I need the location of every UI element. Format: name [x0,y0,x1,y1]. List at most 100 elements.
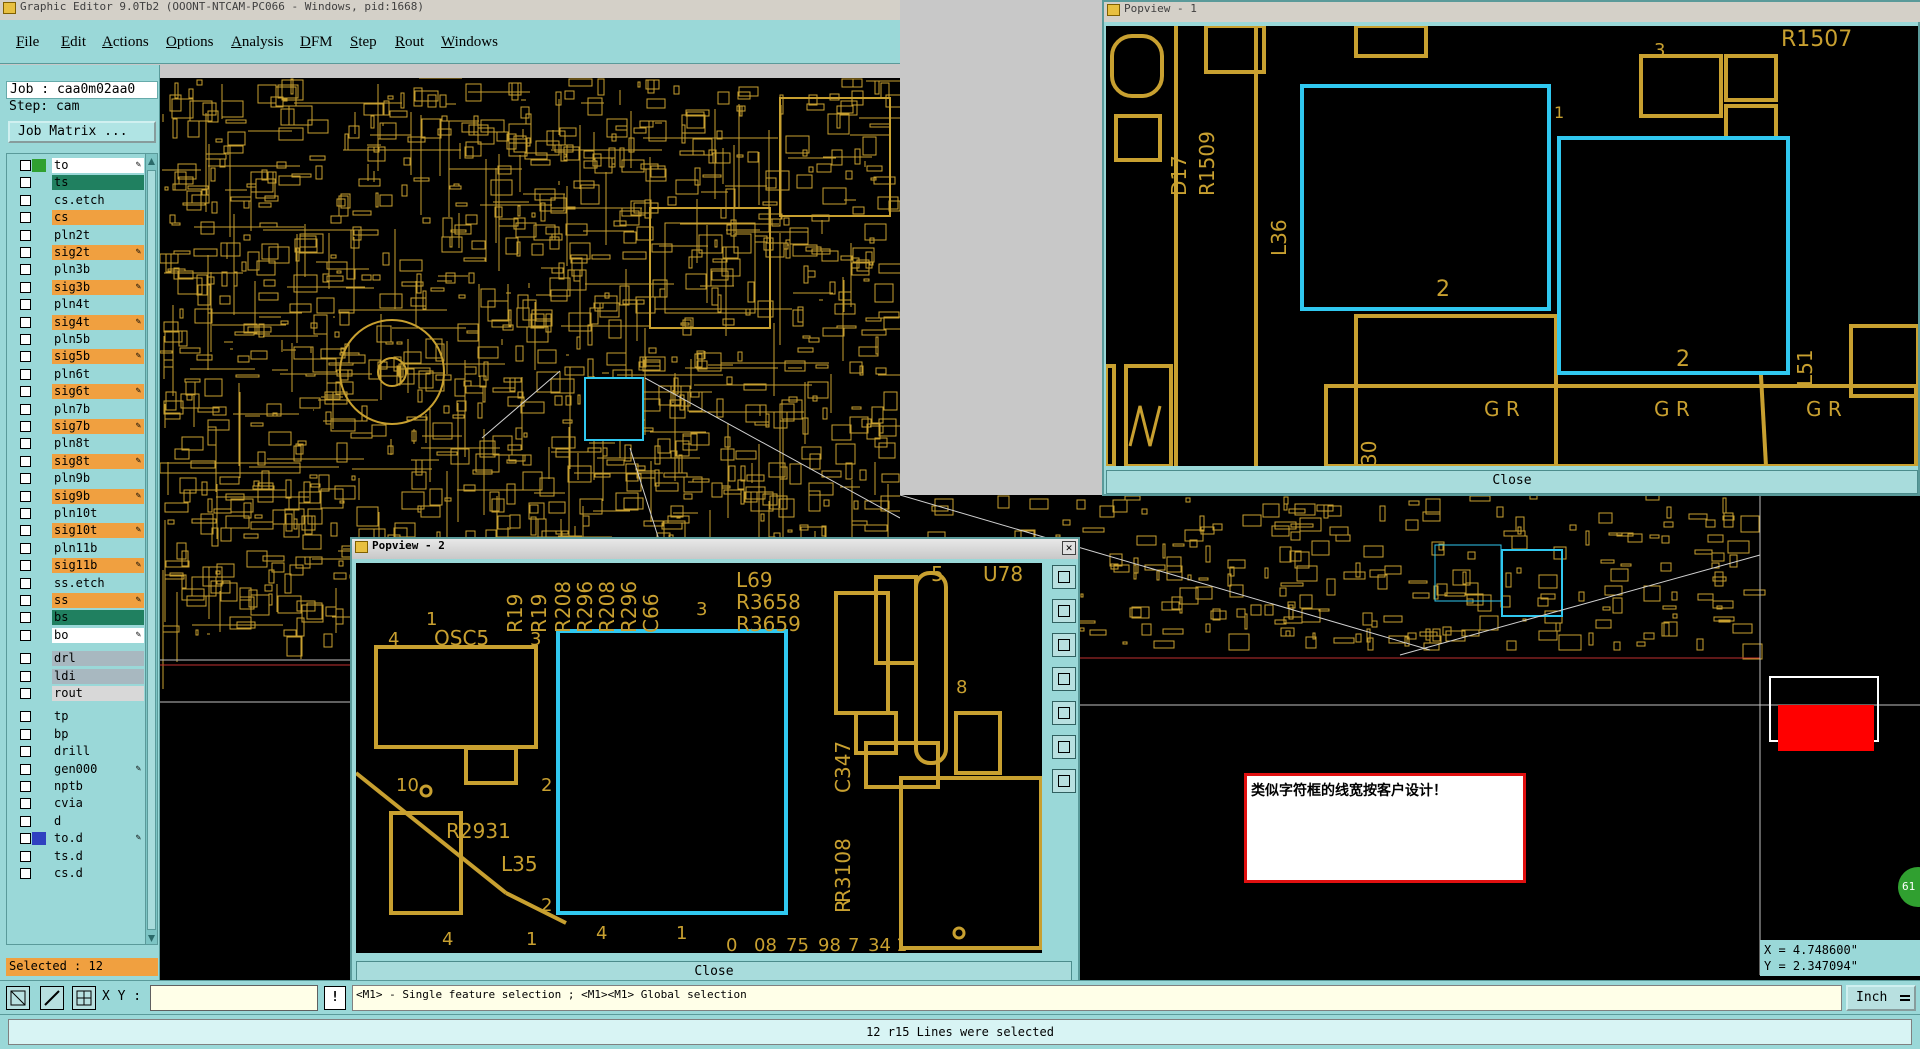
grid-tool-icon[interactable] [72,986,96,1010]
layer-row[interactable]: ts [17,175,144,191]
layer-row[interactable]: pln11b [17,540,144,557]
zoom-out-icon[interactable] [1052,769,1076,793]
layer-checkbox[interactable] [20,421,31,432]
popview-2-title-bar[interactable]: Popview - 2 ✕ [352,539,1078,559]
layer-name[interactable]: sig6t ✎ [52,384,144,400]
layer-row[interactable]: sig3b ✎ [17,279,144,296]
layer-color-swatch[interactable] [32,611,46,624]
layer-row[interactable]: bs [17,610,144,626]
layer-name[interactable]: to ✎ [52,158,144,173]
layer-row[interactable]: bp [17,726,144,743]
layer-name[interactable]: gen000 ✎ [52,761,144,777]
layer-color-swatch[interactable] [32,542,46,555]
layer-color-swatch[interactable] [32,350,46,363]
layer-checkbox[interactable] [20,508,31,519]
popview-2-canvas[interactable]: R19 R19 R208 R296 R208 R296 C66 L69 R365… [356,563,1042,953]
layer-row[interactable]: cvia [17,796,144,812]
layer-checkbox[interactable] [20,490,31,502]
layer-name[interactable]: ts [52,175,144,191]
menu-options[interactable]: Options [166,34,214,51]
layer-row[interactable]: pln7b [17,401,144,418]
layer-color-swatch[interactable] [32,211,46,224]
layer-row[interactable]: drill [17,744,144,760]
layer-color-swatch[interactable] [32,507,46,520]
pan-right-icon[interactable] [1052,701,1076,725]
pan-down-icon[interactable] [1052,633,1076,657]
layer-row[interactable]: sig6t ✎ [17,384,144,400]
units-selector[interactable]: Inch [1846,985,1916,1011]
layer-checkbox[interactable] [20,688,31,699]
layer-color-swatch[interactable] [32,728,46,741]
layer-name[interactable]: ldi [52,668,144,684]
popview-1-canvas[interactable]: 2 2 R1507 R1509 D17 L36 L51 G R G R G R … [1106,26,1918,466]
layer-name[interactable]: pln10t [52,506,144,521]
layer-row[interactable]: ldi [17,668,144,685]
layer-checkbox[interactable] [20,334,31,345]
menu-dfm[interactable]: DFM [300,34,333,51]
layer-row[interactable]: sig2t ✎ [17,245,144,261]
layer-row[interactable]: pln10t [17,506,144,522]
layer-name[interactable]: cvia [52,796,144,812]
zoom-fit-icon[interactable] [1052,565,1076,589]
layer-name[interactable]: pln6t [52,366,144,382]
layer-color-swatch[interactable] [32,229,46,242]
layer-name[interactable]: ss.etch [52,575,144,591]
layer-color-swatch[interactable] [32,850,46,863]
layer-color-swatch[interactable] [32,403,46,416]
layer-checkbox[interactable] [20,160,31,171]
layer-name[interactable]: pln2t [52,227,144,243]
popview-1-close-button[interactable]: Close [1106,470,1918,494]
layer-scroll-thumb[interactable] [147,170,156,930]
layer-name[interactable]: sig4t ✎ [52,314,144,330]
layer-checkbox[interactable] [20,833,31,845]
layer-checkbox[interactable] [20,403,31,415]
layer-checkbox[interactable] [20,746,31,758]
measure-tool-icon[interactable] [40,986,64,1010]
layer-color-swatch[interactable] [32,745,46,758]
layer-row[interactable]: sig5b ✎ [17,349,144,365]
layer-checkbox[interactable] [20,351,31,363]
layer-name[interactable]: pln11b [52,540,144,556]
layer-row[interactable]: ts.d [17,848,144,865]
layer-checkbox[interactable] [20,316,31,328]
layer-name[interactable]: pln8t [52,436,144,452]
layer-color-swatch[interactable] [32,797,46,810]
layer-checkbox[interactable] [20,560,31,572]
scroll-up-arrow-icon[interactable] [147,156,156,166]
pan-up-icon[interactable] [1052,599,1076,623]
layer-row[interactable]: pln8t [17,436,144,452]
layer-row[interactable]: ss.etch [17,575,144,592]
layer-color-swatch[interactable] [32,710,46,723]
layer-color-swatch[interactable] [32,832,46,846]
layer-checkbox[interactable] [20,247,31,258]
layer-name[interactable]: to.d ✎ [52,831,144,847]
layer-color-swatch[interactable] [32,815,46,828]
layer-row[interactable]: pln9b [17,471,144,487]
layer-name[interactable]: sig9b ✎ [52,488,144,504]
layer-checkbox[interactable] [20,542,31,554]
layer-row[interactable]: sig10t ✎ [17,523,144,539]
layer-color-swatch[interactable] [32,455,46,468]
layer-checkbox[interactable] [20,653,31,665]
layer-row[interactable]: gen000 ✎ [17,761,144,778]
layer-name[interactable]: sig7b ✎ [52,419,144,434]
layer-row[interactable]: sig4t ✎ [17,314,144,331]
layer-checkbox[interactable] [20,577,31,589]
layer-checkbox[interactable] [20,763,31,775]
layer-checkbox[interactable] [20,473,31,485]
layer-color-swatch[interactable] [32,559,46,572]
menu-edit[interactable]: Edit [61,34,86,51]
layer-name[interactable]: sig11b ✎ [52,558,144,574]
layer-color-swatch[interactable] [32,490,46,503]
layer-name[interactable]: ts.d [52,848,144,864]
menu-windows[interactable]: Windows [441,34,498,51]
layer-row[interactable]: ss ✎ [17,593,144,609]
layer-row[interactable]: cs [17,210,144,226]
close-icon[interactable]: ✕ [1062,541,1076,555]
layer-checkbox[interactable] [20,711,31,723]
layer-row[interactable]: sig7b ✎ [17,419,144,435]
main-title-bar[interactable]: Graphic Editor 9.0Tb2 (OOONT-NTCAM-PC066… [0,0,900,20]
layer-checkbox[interactable] [20,868,31,879]
layer-name[interactable]: rout [52,686,144,701]
layer-color-swatch[interactable] [32,316,46,329]
